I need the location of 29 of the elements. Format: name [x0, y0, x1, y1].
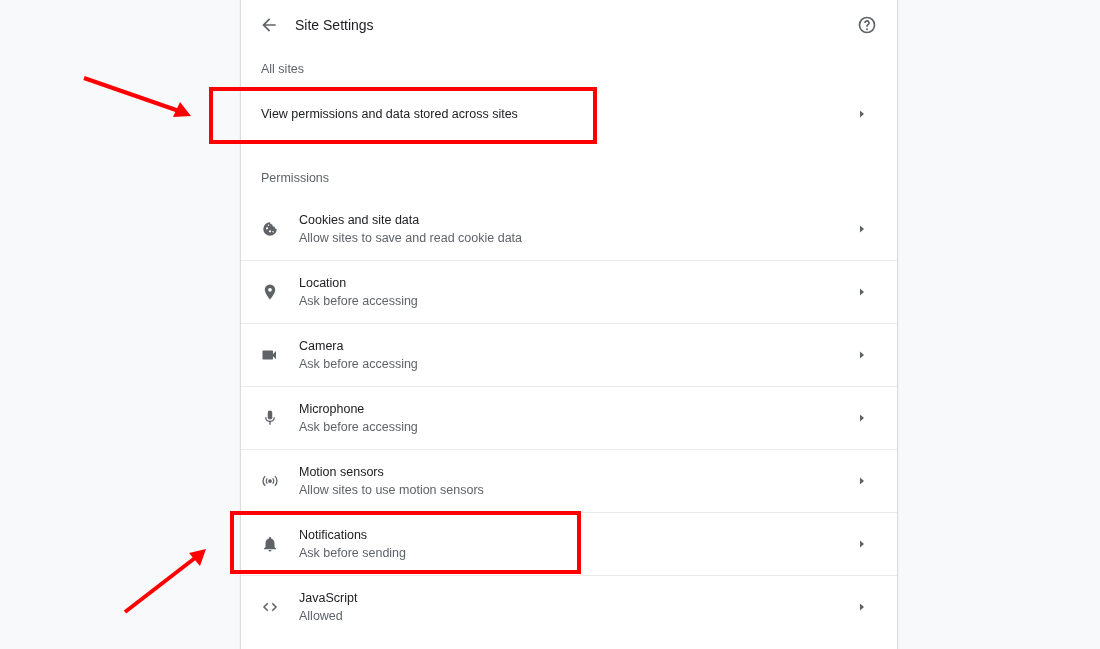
row-description: Allow sites to use motion sensors — [299, 483, 485, 497]
row-description: Ask before accessing — [299, 420, 419, 434]
settings-row[interactable]: Notifications Ask before sending — [241, 513, 897, 575]
row-title: Cookies and site data — [299, 213, 421, 227]
row-description: Ask before accessing — [299, 294, 419, 308]
section-label: Permissions — [260, 170, 331, 186]
row-title: Microphone — [299, 402, 366, 416]
row-title: View permissions and data stored across sites — [261, 107, 519, 121]
settings-row[interactable]: Location Ask before accessing — [241, 261, 897, 323]
row-title: Notifications — [299, 528, 369, 542]
settings-row[interactable]: JavaScript Allowed — [241, 576, 897, 638]
settings-row[interactable]: Camera Ask before accessing — [241, 324, 897, 386]
row-description: Ask before sending — [299, 546, 407, 560]
settings-row[interactable]: Microphone Ask before accessing — [241, 387, 897, 449]
row-title: Motion sensors — [299, 465, 385, 479]
help-icon[interactable] — [857, 15, 877, 35]
settings-row[interactable]: View permissions and data stored across sites — [241, 88, 897, 140]
row-title: Location — [299, 276, 348, 290]
row-title: Camera — [299, 339, 345, 353]
cookie-icon — [261, 220, 279, 238]
row-description: Allowed — [299, 609, 344, 623]
section-label: All sites — [260, 61, 306, 76]
settings-row[interactable]: Motion sensors Allow sites to use motion sensors — [241, 450, 897, 512]
row-description: Allow sites to save and read cookie data — [299, 231, 524, 245]
bell-icon — [261, 535, 279, 553]
row-description: Ask before accessing — [299, 357, 419, 371]
settings-row[interactable]: Cookies and site data Allow sites to save and read cookie data — [241, 198, 897, 260]
page-title: Site Settings — [295, 17, 375, 33]
row-title: JavaScript — [299, 591, 359, 605]
